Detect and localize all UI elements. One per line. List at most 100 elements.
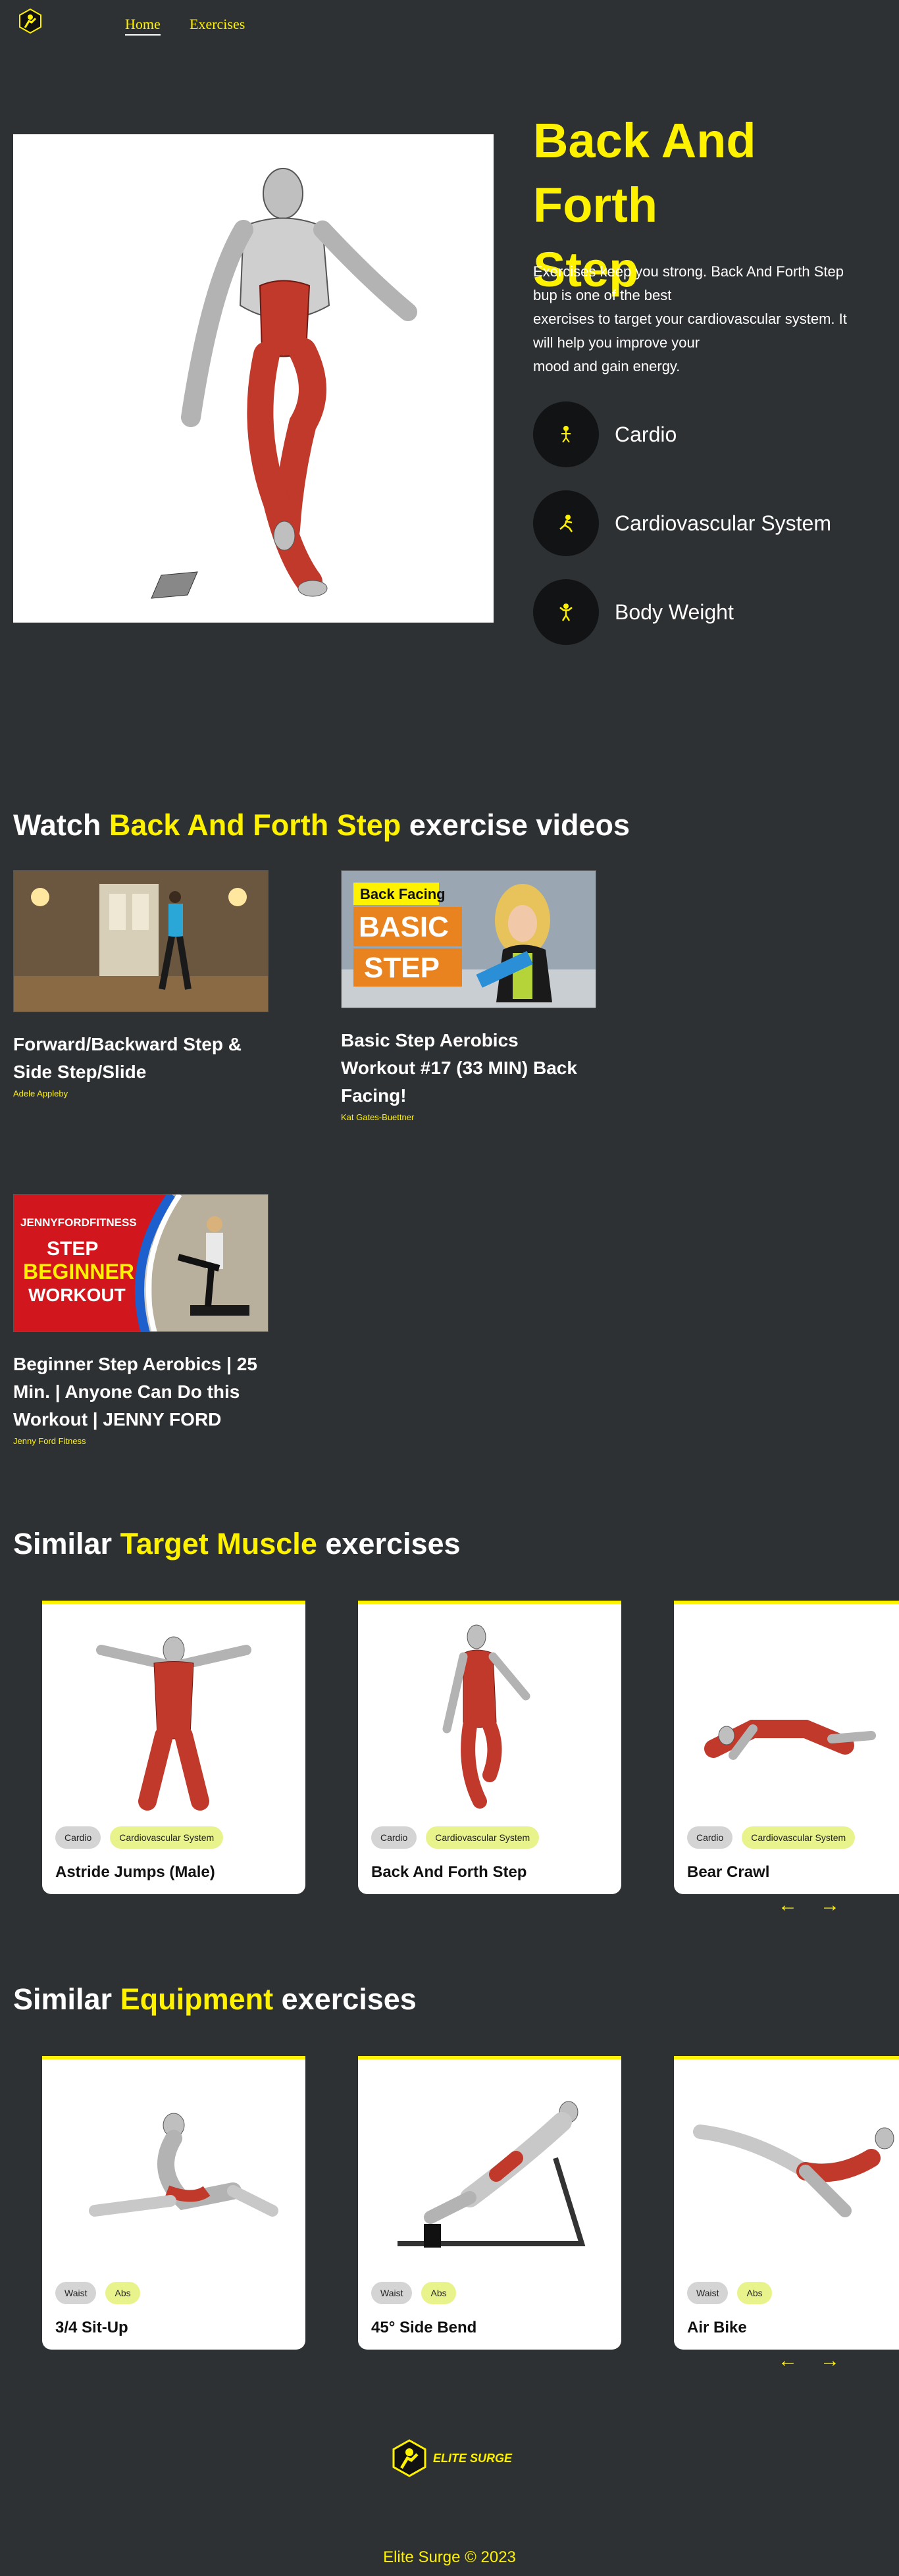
logo-icon — [392, 2439, 426, 2477]
nav-home-link[interactable]: Home — [125, 16, 161, 36]
target-muscle-label: Cardiovascular System — [615, 511, 831, 535]
exercise-hero-image — [13, 134, 494, 623]
video-title[interactable]: Beginner Step Aerobics | 25 Min. | Anyon… — [13, 1351, 269, 1433]
exercise-card[interactable]: Waist Abs 3/4 Sit-Up — [42, 2056, 305, 2350]
tag-pill[interactable]: Cardio — [687, 1826, 733, 1849]
heading-suffix: exercises — [325, 1527, 461, 1560]
exercise-card-title[interactable]: Air Bike — [687, 2319, 747, 2337]
video-card[interactable]: Forward/Backward Step & Side Step/Slide … — [13, 870, 269, 1098]
exercise-card-title[interactable]: Back And Forth Step — [371, 1863, 527, 1882]
thumbnail-text: STEP — [364, 952, 440, 984]
thumbnail-text: BEGINNER — [23, 1260, 134, 1283]
equipment-label: Body Weight — [615, 600, 734, 624]
footer-copyright: Elite Surge © 2023 — [383, 2548, 516, 2566]
equipment-icon — [533, 579, 599, 645]
heading-prefix: Similar — [13, 1527, 113, 1560]
target-muscle-tag: Cardiovascular System — [533, 490, 831, 556]
tag-pill[interactable]: Cardiovascular System — [110, 1826, 224, 1849]
card-tags: Cardio Cardiovascular System — [687, 1826, 856, 1849]
tag-pill[interactable]: Abs — [737, 2282, 772, 2304]
tag-pill[interactable]: Cardiovascular System — [742, 1826, 856, 1849]
video-author: Kat Gates-Buettner — [341, 1112, 415, 1122]
logo-icon[interactable] — [17, 8, 43, 34]
video-title[interactable]: Forward/Backward Step & Side Step/Slide — [13, 1031, 269, 1086]
exercise-card-title[interactable]: Bear Crawl — [687, 1863, 769, 1882]
nav-exercises-link[interactable]: Exercises — [190, 16, 245, 33]
video-thumbnail[interactable]: Back Facing BASIC STEP — [341, 870, 596, 1008]
card-tags: Cardio Cardiovascular System — [371, 1826, 540, 1849]
footer-logo[interactable]: ELITE SURGE — [390, 2435, 515, 2481]
similar-equipment-heading: Similar Equipment exercises — [13, 1982, 417, 2017]
heading-highlight: Target Muscle — [120, 1527, 317, 1560]
footer-brand-name: ELITE SURGE — [433, 2451, 513, 2465]
exercise-card[interactable]: Cardio Cardiovascular System Bear Crawl — [674, 1601, 899, 1894]
exercise-card-title[interactable]: 3/4 Sit-Up — [55, 2319, 128, 2337]
target-carousel: Cardio Cardiovascular System Astride Jum… — [0, 1601, 899, 1897]
videos-heading: Watch Back And Forth Step exercise video… — [13, 808, 630, 842]
tag-pill[interactable]: Abs — [105, 2282, 140, 2304]
equipment-carousel-arrows: ← → — [778, 2351, 840, 2371]
tag-pill[interactable]: Waist — [371, 2282, 413, 2304]
video-author: Jenny Ford Fitness — [13, 1436, 86, 1446]
video-card[interactable]: JENNYFORDFITNESS STEP BEGINNER WORKOUT B… — [13, 1194, 269, 1446]
exercise-card-image — [674, 1604, 899, 1815]
card-tags: Waist Abs — [687, 2282, 772, 2304]
description-line: exercises to target your cardiovascular … — [533, 311, 847, 327]
card-tags: Cardio Cardiovascular System — [55, 1826, 224, 1849]
video-author: Adele Appleby — [13, 1089, 68, 1098]
exercise-card-title[interactable]: Astride Jumps (Male) — [55, 1863, 215, 1882]
similar-target-heading: Similar Target Muscle exercises — [13, 1527, 461, 1561]
arrow-right-icon[interactable]: → — [820, 1895, 840, 1915]
tag-pill[interactable]: Waist — [687, 2282, 729, 2304]
heading-highlight: Equipment — [120, 1982, 274, 2016]
equipment-tag: Body Weight — [533, 579, 734, 645]
top-nav: Home Exercises — [0, 0, 899, 46]
heading-suffix: exercise videos — [409, 808, 630, 842]
equipment-carousel: Waist Abs 3/4 Sit-Up Waist Abs 45° Side … — [0, 2056, 899, 2352]
heading-highlight: Back And Forth Step — [109, 808, 401, 842]
description-line: will help you improve your — [533, 334, 700, 351]
body-part-icon — [533, 401, 599, 467]
body-part-label: Cardio — [615, 422, 677, 446]
thumbnail-text: Back Facing — [360, 886, 446, 902]
video-title[interactable]: Basic Step Aerobics Workout #17 (33 MIN)… — [341, 1027, 596, 1110]
exercise-card[interactable]: Cardio Cardiovascular System Back And Fo… — [358, 1601, 621, 1894]
thumbnail-text: WORKOUT — [28, 1285, 126, 1305]
arrow-left-icon[interactable]: ← — [778, 2351, 798, 2371]
tag-pill[interactable]: Cardio — [55, 1826, 101, 1849]
arrow-right-icon[interactable]: → — [820, 2351, 840, 2371]
exercise-description: Exercises keep you strong. Back And Fort… — [533, 260, 888, 378]
video-thumbnail[interactable] — [13, 870, 269, 1012]
tag-pill[interactable]: Cardio — [371, 1826, 417, 1849]
exercise-card[interactable]: Cardio Cardiovascular System Astride Jum… — [42, 1601, 305, 1894]
thumbnail-text: STEP — [47, 1238, 98, 1260]
exercise-card-image — [358, 2059, 621, 2270]
exercise-card-image — [358, 1604, 621, 1815]
heading-prefix: Similar — [13, 1982, 113, 2016]
description-line: mood and gain energy. — [533, 358, 681, 374]
target-muscle-icon — [533, 490, 599, 556]
exercise-title-line1: Back And Forth — [533, 113, 756, 232]
tag-pill[interactable]: Abs — [421, 2282, 456, 2304]
exercise-card-image — [674, 2059, 899, 2270]
body-part-tag: Cardio — [533, 401, 677, 467]
exercise-card-image — [42, 2059, 305, 2270]
exercise-card[interactable]: Waist Abs 45° Side Bend — [358, 2056, 621, 2350]
exercise-card-title[interactable]: 45° Side Bend — [371, 2319, 476, 2337]
tag-pill[interactable]: Waist — [55, 2282, 97, 2304]
video-thumbnail[interactable]: JENNYFORDFITNESS STEP BEGINNER WORKOUT — [13, 1194, 269, 1332]
card-tags: Waist Abs — [371, 2282, 456, 2304]
heading-suffix: exercises — [281, 1982, 417, 2016]
description-line: Exercises keep you strong. Back And Fort… — [533, 263, 844, 280]
video-card[interactable]: Back Facing BASIC STEP Basic Step Aerobi… — [341, 870, 596, 1122]
exercise-card-image — [42, 1604, 305, 1815]
heading-prefix: Watch — [13, 808, 101, 842]
arrow-left-icon[interactable]: ← — [778, 1895, 798, 1915]
card-tags: Waist Abs — [55, 2282, 140, 2304]
target-carousel-arrows: ← → — [778, 1895, 840, 1915]
exercise-card[interactable]: Waist Abs Air Bike — [674, 2056, 899, 2350]
description-line: bup is one of the best — [533, 287, 672, 303]
tag-pill[interactable]: Cardiovascular System — [426, 1826, 540, 1849]
thumbnail-text: BASIC — [359, 911, 449, 943]
thumbnail-text: JENNYFORDFITNESS — [20, 1216, 137, 1229]
